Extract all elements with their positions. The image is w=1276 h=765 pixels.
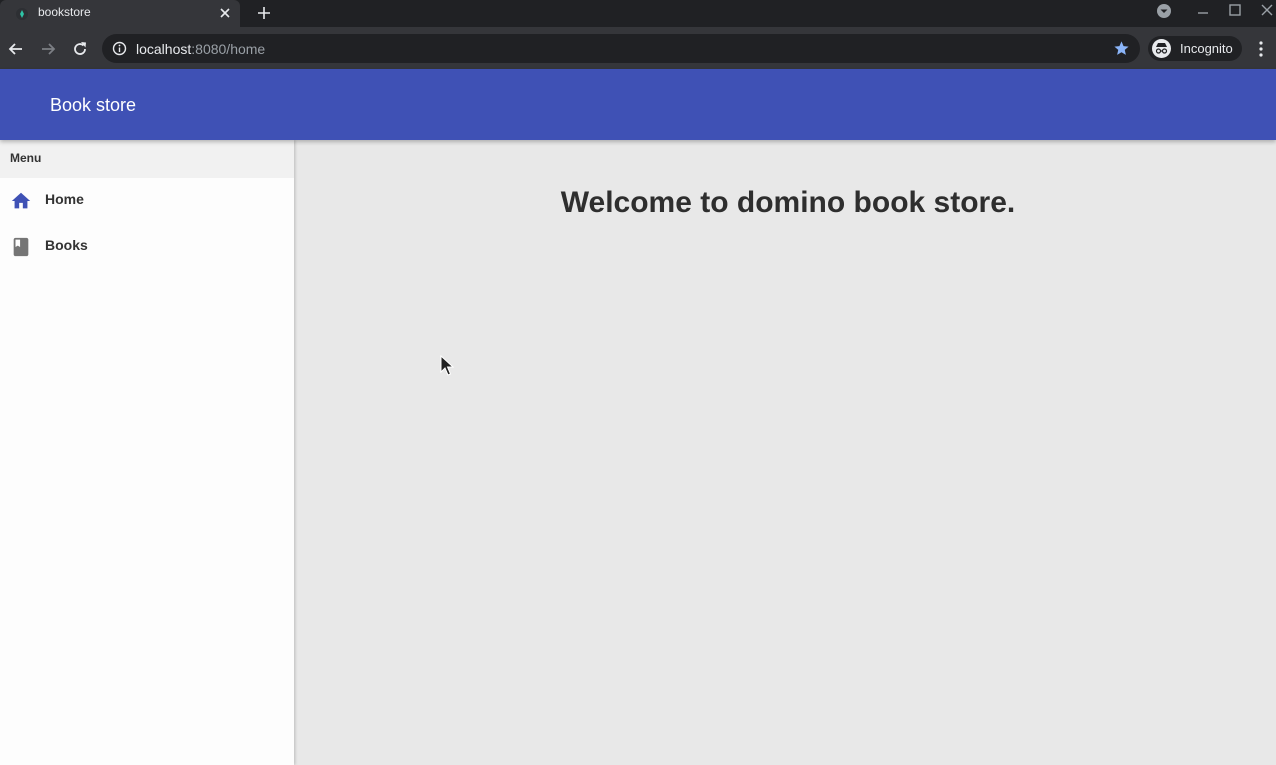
url-path: :8080/home xyxy=(191,41,266,57)
app-title[interactable]: Book store xyxy=(50,95,136,116)
bookmark-star-icon[interactable] xyxy=(1113,40,1130,57)
sidebar: Menu Home Books xyxy=(0,140,294,765)
menu-header: Menu xyxy=(0,140,294,178)
close-window-icon[interactable] xyxy=(1259,3,1275,19)
tab-search-icon[interactable] xyxy=(1156,3,1172,19)
back-icon[interactable] xyxy=(7,40,25,58)
browser-tab-strip: bookstore xyxy=(0,0,1276,27)
menu-header-label: Menu xyxy=(10,151,42,165)
browser-toolbar: localhost:8080/home Incognito xyxy=(0,27,1276,69)
incognito-profile-button[interactable]: Incognito xyxy=(1148,36,1242,61)
main-content: Welcome to domino book store. xyxy=(294,140,1276,765)
home-icon xyxy=(11,192,31,209)
sidebar-item-label: Home xyxy=(45,191,84,207)
welcome-heading: Welcome to domino book store. xyxy=(560,186,1016,219)
sidebar-item-label: Books xyxy=(45,237,88,253)
url-host: localhost xyxy=(136,41,192,57)
forward-icon[interactable] xyxy=(39,40,57,58)
tab-title: bookstore xyxy=(38,5,91,19)
info-icon[interactable] xyxy=(112,41,127,56)
minimize-icon[interactable] xyxy=(1195,3,1211,19)
browser-menu-icon[interactable] xyxy=(1256,40,1266,58)
new-tab-icon[interactable] xyxy=(256,5,272,21)
app-header: Book store xyxy=(0,69,1276,140)
favicon-icon xyxy=(16,8,28,20)
maximize-icon[interactable] xyxy=(1227,3,1243,19)
close-tab-icon[interactable] xyxy=(218,6,232,20)
mouse-cursor-icon xyxy=(440,355,454,376)
sidebar-item-books[interactable]: Books xyxy=(0,224,294,270)
sidebar-item-home[interactable]: Home xyxy=(0,178,294,224)
book-icon xyxy=(13,237,29,257)
reload-icon[interactable] xyxy=(71,40,89,58)
address-bar[interactable]: localhost:8080/home xyxy=(102,34,1140,63)
incognito-icon xyxy=(1152,39,1171,58)
incognito-label: Incognito xyxy=(1180,41,1233,56)
url-text[interactable]: localhost:8080/home xyxy=(136,41,265,57)
browser-tab[interactable]: bookstore xyxy=(0,0,240,27)
